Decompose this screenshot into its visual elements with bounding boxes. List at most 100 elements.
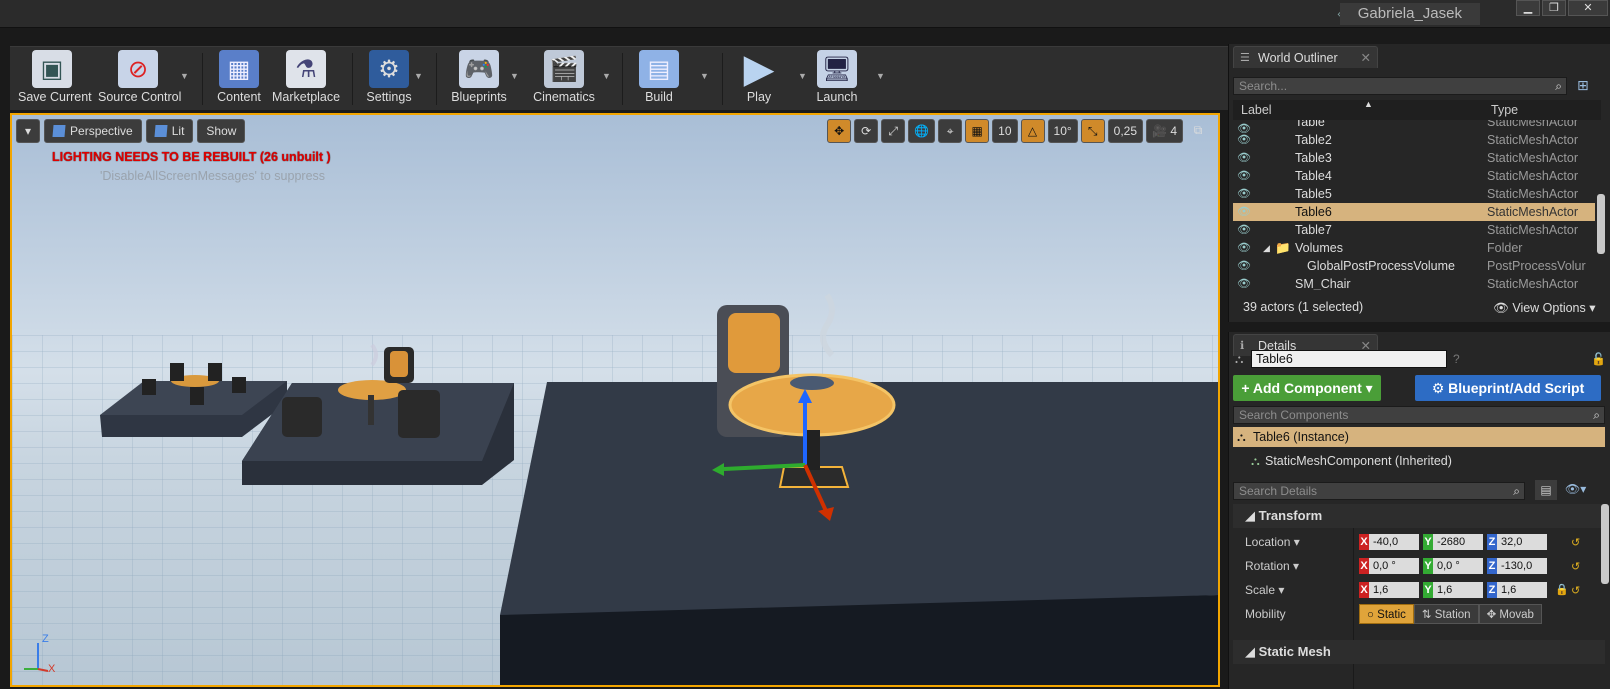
property-matrix-icon[interactable]: ▤ [1535,480,1557,500]
build-button[interactable]: ▤ Build [636,50,682,108]
outliner-row-volumes[interactable]: 👁 ◢ 📁 Volumes Folder [1233,239,1595,257]
save-current-button[interactable]: ▣ Save Current [18,50,92,108]
scale-label[interactable]: Scale ▾ [1245,583,1284,597]
surface-snap-icon[interactable]: ⌖ [938,119,963,143]
outliner-row-globalpostprocessvolume[interactable]: 👁 GlobalPostProcessVolume PostProcessVolur [1233,257,1595,275]
scale-snap-icon[interactable]: ⤡ [1080,119,1105,143]
details-scrollbar[interactable] [1601,504,1609,584]
play-dropdown-icon[interactable]: ▼ [798,71,807,81]
outliner-scrollbar[interactable] [1597,194,1605,254]
visibility-eye-icon[interactable]: 👁 [1237,131,1251,149]
rotation-snap-value[interactable]: 10° [1047,119,1078,143]
location-z-field[interactable]: 32,0 [1497,534,1547,550]
static-mesh-category[interactable]: ◢ Static Mesh [1233,640,1605,664]
outliner-row-table6[interactable]: 👁 Table6 StaticMeshActor [1233,203,1595,221]
settings-button[interactable]: ⚙ Settings [366,50,412,108]
transform-category[interactable]: ◢ Transform [1233,504,1605,528]
mobility-stationary-button[interactable]: ⇅ Station [1413,604,1479,624]
outliner-row-table2[interactable]: 👁 Table2 StaticMeshActor [1233,131,1595,149]
maximize-viewport-icon[interactable]: ⧉ [1186,119,1210,143]
location-y-field[interactable]: -2680 [1433,534,1483,550]
marketplace-button[interactable]: ⚗ Marketplace [272,50,340,108]
source-control-dropdown-icon[interactable]: ▼ [180,71,189,81]
location-label[interactable]: Location ▾ [1245,535,1300,549]
lit-button[interactable]: Lit [145,119,194,143]
launch-button[interactable]: 🖥 Launch [814,50,860,108]
grid-snap-value[interactable]: 10 [992,119,1018,143]
user-name[interactable]: Gabriela_Jasek [1339,3,1480,25]
mobility-static-button[interactable]: ○ Static [1359,604,1414,624]
camera-speed-button[interactable]: 🎥 4 [1146,119,1183,143]
component-row[interactable]: ⛬ StaticMeshComponent (Inherited) [1251,454,1452,468]
scale-z-field[interactable]: 1,6 [1497,582,1547,598]
rotation-x-field[interactable]: 0,0 ° [1369,558,1419,574]
scale-snap-value[interactable]: 0,25 [1107,119,1144,143]
visibility-eye-icon[interactable]: 👁 [1237,221,1251,239]
maximize-button[interactable]: ❐ [1542,0,1566,16]
chevron-down-icon: ▾ [1585,301,1596,315]
viewport-options-button[interactable]: ▾ [16,119,41,143]
outliner-search-input[interactable]: Search... ⌕ [1233,77,1567,95]
rotate-mode-icon[interactable]: ⟳ [854,119,879,143]
outliner-row-table3[interactable]: 👁 Table3 StaticMeshActor [1233,149,1595,167]
visibility-eye-icon[interactable]: 👁 [1237,185,1251,203]
visibility-eye-icon[interactable]: 👁 [1237,239,1251,257]
rotation-z-field[interactable]: -130,0 [1497,558,1547,574]
cinematics-dropdown-icon[interactable]: ▼ [602,71,611,81]
scale-y-field[interactable]: 1,6 [1433,582,1483,598]
play-button[interactable]: ▶ Play [736,47,782,108]
level-viewport[interactable]: ▾ Perspective Lit Show ✥ ⟳ ⤢ 🌐 ⌖ ▦ 10 △ … [10,113,1220,687]
close-button[interactable]: ✕ [1568,0,1608,16]
tab-world-outliner[interactable]: ☰ World Outliner ✕ [1233,46,1378,68]
close-tab-icon[interactable]: ✕ [1361,47,1371,69]
blueprint-add-script-button[interactable]: ⚙ Blueprint/Add Script [1415,375,1601,401]
actor-name-field[interactable]: Table6 [1251,350,1447,368]
folder-expand-icon[interactable]: ◢ [1263,239,1270,257]
source-control-button[interactable]: ⊘ Source Control [98,50,181,108]
world-local-icon[interactable]: 🌐 [908,119,936,143]
show-button[interactable]: Show [197,119,246,143]
reset-location-icon[interactable]: ↺ [1571,536,1580,549]
blueprints-button[interactable]: 🎮 Blueprints [450,50,508,108]
rotation-snap-icon[interactable]: △ [1020,119,1045,143]
grid-snap-icon[interactable]: ▦ [965,119,990,143]
view-options-button[interactable]: 👁 View Options ▾ [1493,300,1596,316]
settings-dropdown-icon[interactable]: ▼ [414,71,423,81]
visibility-eye-icon[interactable]: 👁 [1237,149,1251,167]
scale-mode-icon[interactable]: ⤢ [881,119,906,143]
visibility-eye-icon[interactable]: 👁 [1237,257,1251,275]
rotation-y-field[interactable]: 0,0 ° [1433,558,1483,574]
translate-mode-icon[interactable]: ✥ [827,119,852,143]
content-button[interactable]: ▦ Content [216,50,262,108]
reset-scale-icon[interactable]: ↺ [1571,584,1580,597]
visibility-eye-icon[interactable]: 👁 [1237,275,1251,290]
search-components-input[interactable]: Search Components ⌕ [1233,406,1605,424]
visibility-eye-icon[interactable]: 👁 [1237,203,1251,221]
outliner-row-table4[interactable]: 👁 Table4 StaticMeshActor [1233,167,1595,185]
launch-dropdown-icon[interactable]: ▼ [876,71,885,81]
outliner-row-sm-chair[interactable]: 👁 SM_Chair StaticMeshActor [1233,275,1595,290]
scale-lock-icon[interactable]: 🔒 [1555,583,1569,596]
cinematics-button[interactable]: 🎬 Cinematics [530,50,598,108]
help-icon[interactable]: ? [1453,352,1460,366]
rotation-label[interactable]: Rotation ▾ [1245,559,1299,573]
perspective-button[interactable]: Perspective [44,119,142,143]
visibility-filter-icon[interactable]: 👁▾ [1565,482,1586,496]
label-column-header[interactable]: Label [1241,103,1272,117]
reset-rotation-icon[interactable]: ↺ [1571,560,1580,573]
location-x-field[interactable]: -40,0 [1369,534,1419,550]
lock-icon[interactable]: 🔓 [1591,352,1606,366]
add-component-button[interactable]: + Add Component ▾ [1233,375,1381,401]
build-dropdown-icon[interactable]: ▼ [700,71,709,81]
visibility-eye-icon[interactable]: 👁 [1237,167,1251,185]
blueprints-dropdown-icon[interactable]: ▼ [510,71,519,81]
minimize-button[interactable]: ▁ [1516,0,1540,16]
instance-row[interactable]: ⛬ Table6 (Instance) [1233,427,1605,447]
scale-x-field[interactable]: 1,6 [1369,582,1419,598]
mobility-movable-button[interactable]: ✥ Movab [1478,604,1542,624]
search-details-input[interactable]: Search Details ⌕ [1233,482,1525,500]
type-column-header[interactable]: Type [1491,103,1518,117]
outliner-row-table5[interactable]: 👁 Table5 StaticMeshActor [1233,185,1595,203]
outliner-row-table7[interactable]: 👁 Table7 StaticMeshActor [1233,221,1595,239]
add-folder-icon[interactable]: ⊞ [1577,77,1589,94]
